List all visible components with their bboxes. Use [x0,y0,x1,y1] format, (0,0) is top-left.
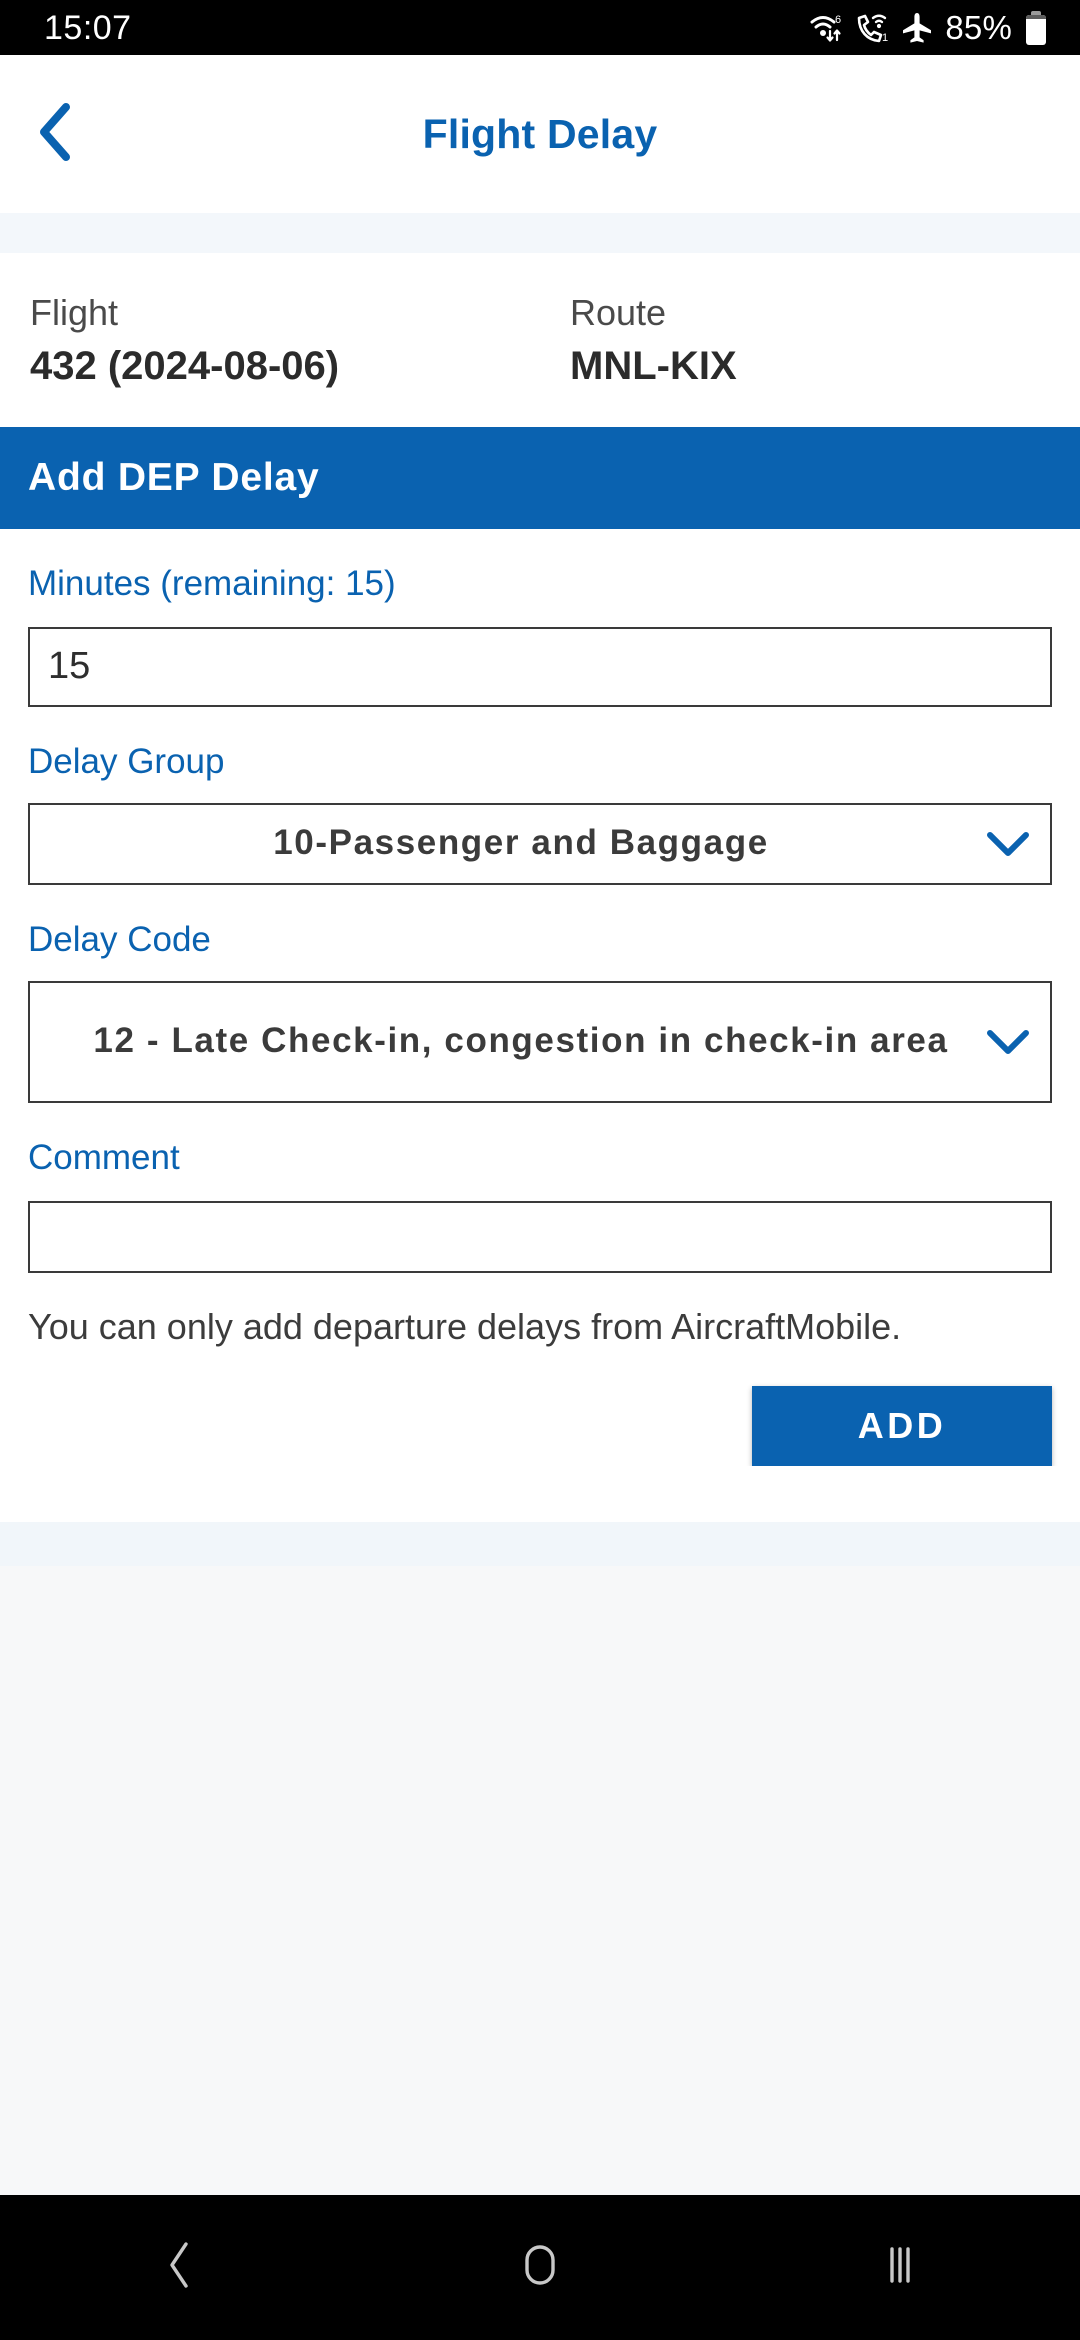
delay-code-label: Delay Code [28,919,211,959]
section-header: Add DEP Delay [0,426,1080,529]
delay-group-select[interactable]: 10-Passenger and Baggage [28,802,1052,885]
battery-icon [1026,10,1046,45]
status-bar: 15:07 6 1 85% [0,0,1080,55]
status-clock: 15:07 [44,8,132,47]
card-bottom-gap [0,1466,1080,1523]
delay-group-label: Delay Group [28,741,225,781]
back-icon [160,2239,200,2296]
flight-column: Flight 432 (2024-08-06) [30,291,540,391]
chevron-left-icon [35,101,79,168]
nav-recents-button[interactable] [825,2213,975,2323]
comment-field: Comment [28,1137,1052,1273]
delay-group-field: Delay Group 10-Passenger and Baggage [28,741,1052,885]
recents-icon [874,2239,926,2296]
delay-code-select[interactable]: 12 - Late Check-in, congestion in check-… [28,980,1052,1103]
add-button[interactable]: ADD [752,1386,1052,1467]
minutes-input[interactable]: 15 [28,626,1052,707]
page-background-fill [0,1566,1080,2195]
footer-divider-strip [0,1522,1080,1567]
chevron-down-icon[interactable] [982,829,1034,859]
flight-meta-row: Flight 432 (2024-08-06) Route MNL-KIX [0,253,1080,391]
back-button[interactable] [18,95,96,173]
comment-label: Comment [28,1137,180,1177]
flight-value: 432 (2024-08-06) [30,343,340,388]
svg-text:1: 1 [882,32,888,44]
phone-screen: 15:07 6 1 85% Flight Delay Flight 432 (2… [0,0,1080,2340]
wifi-6-icon: 6 [808,11,846,45]
android-nav-bar [0,2195,1080,2340]
helper-note: You can only add departure delays from A… [28,1305,902,1347]
home-icon [514,2239,566,2296]
comment-input[interactable] [28,1200,1052,1273]
flight-label: Flight [30,292,119,333]
status-icons: 6 1 85% [808,9,1046,47]
delay-code-field: Delay Code 12 - Late Check-in, congestio… [28,919,1052,1103]
route-label: Route [570,292,667,333]
chevron-down-icon[interactable] [982,1027,1034,1057]
header-divider-strip [0,213,1080,253]
nav-back-button[interactable] [105,2213,255,2323]
minutes-field: Minutes (remaining: 15) 15 [28,563,1052,707]
delay-group-value: 10-Passenger and Baggage [273,823,769,863]
route-column: Route MNL-KIX [540,291,1050,391]
airplane-mode-icon [900,11,934,45]
route-value: MNL-KIX [570,343,737,388]
svg-text:6: 6 [835,14,841,26]
delay-code-value: 12 - Late Check-in, congestion in check-… [93,1021,949,1061]
delay-form: Minutes (remaining: 15) 15 Delay Group 1… [0,529,1080,1273]
minutes-input-value: 15 [48,645,91,688]
form-actions: ADD [28,1386,1052,1467]
app-bar: Flight Delay [0,55,1080,213]
section-header-title: Add DEP Delay [28,455,320,499]
wifi-calling-icon: 1 [855,11,891,45]
battery-percent-label: 85% [945,8,1012,46]
page-title: Flight Delay [422,110,658,157]
nav-home-button[interactable] [465,2213,615,2323]
minutes-label: Minutes (remaining: 15) [28,563,396,603]
